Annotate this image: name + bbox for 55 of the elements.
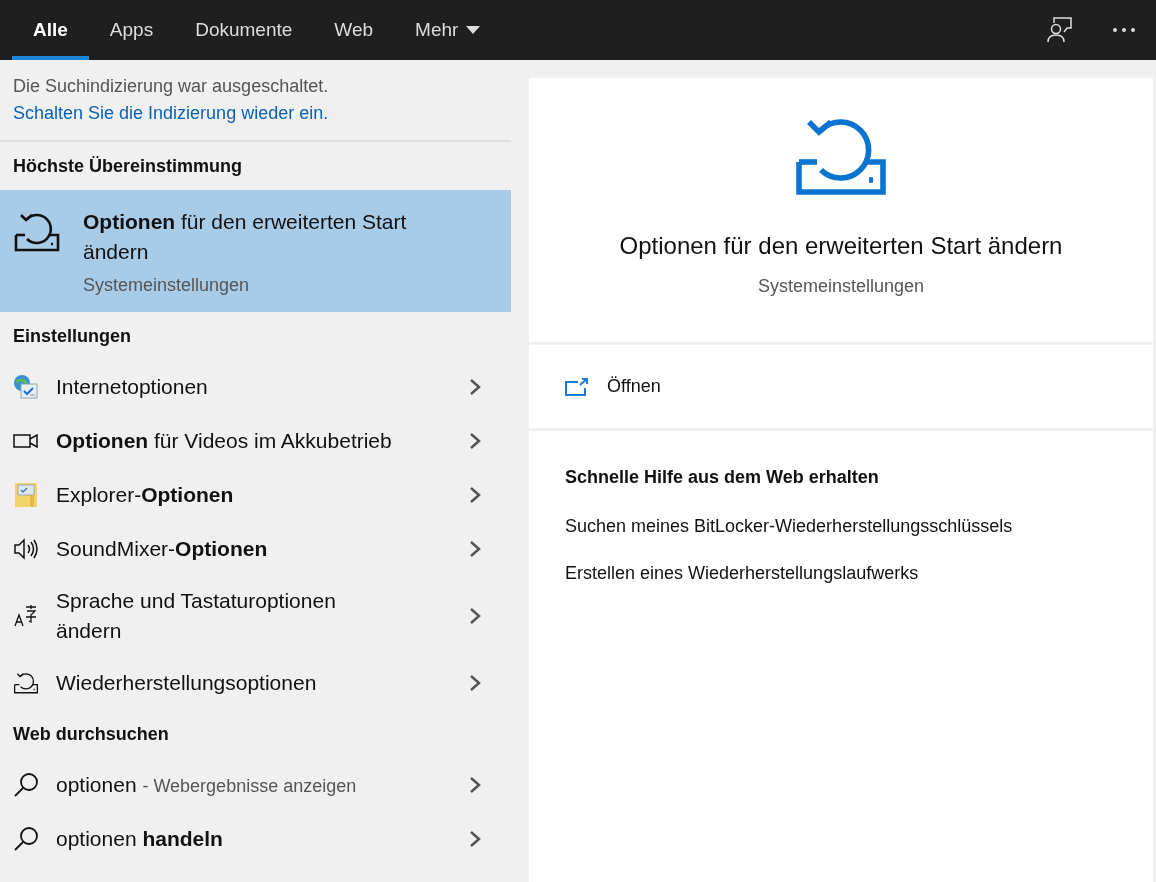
result-title: SoundMixer-Optionen [56, 536, 269, 562]
result-category: Systemeinstellungen [83, 275, 251, 296]
speaker-icon [13, 538, 39, 560]
web-search-result[interactable]: optionen - Webergebnisse anzeigen [0, 758, 511, 812]
best-match-item[interactable]: Optionen für den erweiterten Start ändern Systemeinstellungen [0, 190, 511, 312]
web-search-result[interactable]: optionen handeln [0, 812, 511, 866]
chevron-right-icon [469, 432, 481, 450]
feedback-icon [1047, 17, 1073, 43]
help-link[interactable]: Erstellen eines Wiederherstellungslaufwerks [565, 563, 919, 584]
section-heading: Web durchsuchen [12, 722, 170, 746]
video-camera-icon [13, 433, 39, 449]
chevron-right-icon [469, 540, 481, 558]
preview-title: Optionen für den erweiterten Start ändern [619, 232, 1063, 260]
result-title: Wiederherstellungsoptionen [56, 670, 318, 696]
help-heading: Schnelle Hilfe aus dem Web erhalten [565, 467, 879, 488]
help-link[interactable]: Suchen meines BitLocker-Wiederherstellungsschlüssels [565, 516, 1013, 537]
section-heading: Einstellungen [12, 324, 132, 348]
result-title: optionen - Webergebnisse anzeigen [56, 771, 358, 798]
notice-text: Die Suchindizierung war ausgeschaltet. [13, 76, 330, 97]
globe-check-icon [13, 374, 39, 400]
tab[interactable]: Apps [88, 0, 175, 60]
section-heading: Höchste Übereinstimmung [12, 154, 244, 178]
chevron-right-icon [469, 776, 481, 794]
settings-result[interactable]: Internetoptionen [0, 360, 511, 414]
settings-result[interactable]: Sprache und Tastaturoptionen ändern [0, 576, 511, 656]
result-title: Internetoptionen [56, 374, 209, 400]
settings-result[interactable]: Wiederherstellungsoptionen [0, 656, 511, 710]
chevron-right-icon [469, 674, 481, 692]
open-external-icon [565, 377, 589, 396]
language-icon [14, 604, 38, 628]
reenable-indexing-link[interactable]: Schalten Sie die Indizierung wieder ein. [13, 103, 498, 124]
tab[interactable]: Mehr [394, 0, 502, 60]
settings-result[interactable]: Explorer-Optionen [0, 468, 511, 522]
chevron-right-icon [469, 378, 481, 396]
recovery-icon [13, 671, 39, 695]
result-title: Sprache und Tastaturoptionen ändern [56, 588, 337, 644]
open-button[interactable]: Öffnen [565, 376, 661, 397]
result-title: Explorer-Optionen [56, 482, 235, 508]
chevron-right-icon [469, 607, 481, 625]
result-title: Optionen für Videos im Akkubetrieb [56, 428, 393, 454]
tab[interactable]: Dokumente [174, 0, 314, 60]
caret-icon [466, 26, 481, 34]
search-icon [13, 826, 39, 852]
result-title: Optionen für den erweiterten Start ändern [83, 209, 408, 265]
tab[interactable]: Web [313, 0, 395, 60]
more-icon [1112, 27, 1136, 33]
recovery-icon [13, 211, 61, 253]
search-icon [13, 772, 39, 798]
chevron-right-icon [469, 486, 481, 504]
result-title: optionen handeln [56, 826, 224, 852]
settings-result[interactable]: SoundMixer-Optionen [0, 522, 511, 576]
folder-note-icon [14, 482, 38, 508]
preview-category: Systemeinstellungen [757, 276, 925, 297]
settings-result[interactable]: Optionen für Videos im Akkubetrieb [0, 414, 511, 468]
chevron-right-icon [469, 830, 481, 848]
